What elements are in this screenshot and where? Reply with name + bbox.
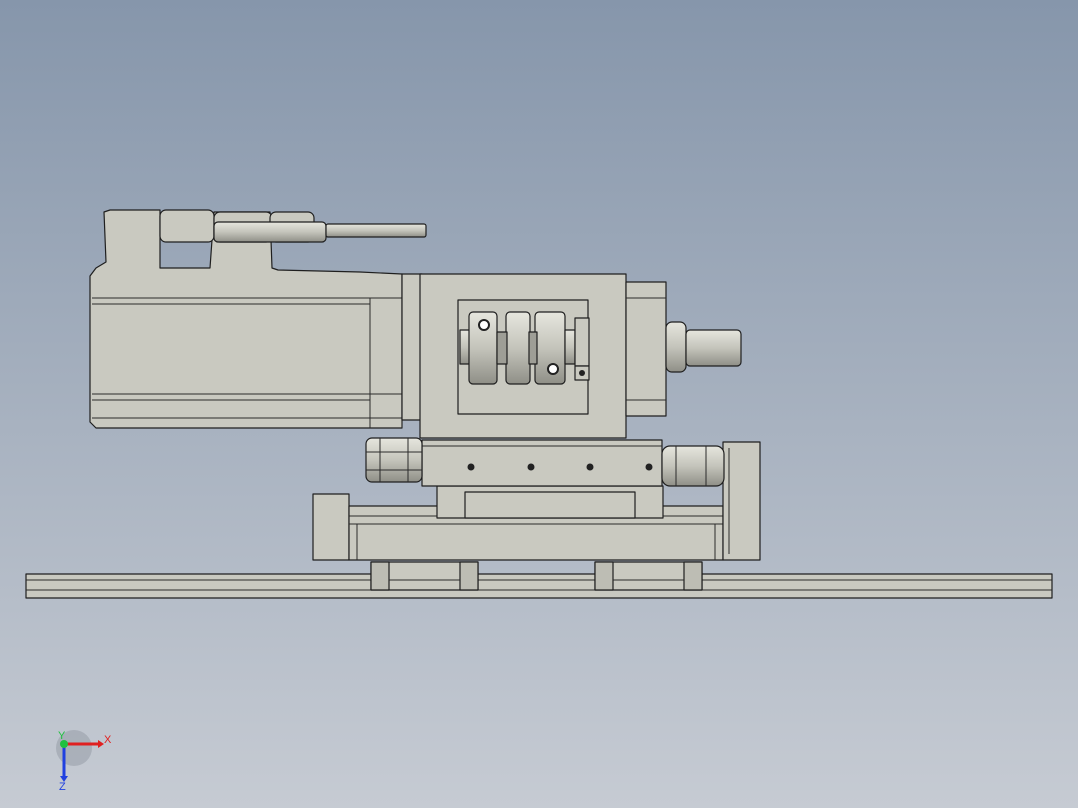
lead-screw-nut[interactable] bbox=[365, 437, 423, 483]
end-bearing[interactable] bbox=[661, 445, 725, 487]
x-axis-label: X bbox=[104, 734, 112, 746]
y-axis-label: Y bbox=[58, 730, 66, 742]
rail-carriage-right[interactable] bbox=[594, 561, 703, 591]
set-screw bbox=[478, 319, 490, 331]
guide-rail[interactable] bbox=[25, 573, 1053, 599]
cad-viewport[interactable]: X Y Z bbox=[0, 0, 1078, 808]
screw-hole bbox=[586, 463, 594, 471]
servo-motor[interactable] bbox=[89, 209, 403, 429]
slide-table[interactable] bbox=[421, 439, 664, 519]
screw-hole bbox=[467, 463, 475, 471]
screw-hole bbox=[645, 463, 653, 471]
motor-connector[interactable] bbox=[159, 209, 427, 243]
set-screw bbox=[547, 363, 559, 375]
coordinate-triad: X Y Z bbox=[56, 730, 112, 793]
z-axis-label: Z bbox=[59, 781, 66, 793]
rail-carriage-left[interactable] bbox=[370, 561, 479, 591]
screw-hole bbox=[527, 463, 535, 471]
linear-module-model[interactable]: X Y Z bbox=[0, 0, 1078, 808]
output-shaft[interactable] bbox=[625, 281, 742, 417]
